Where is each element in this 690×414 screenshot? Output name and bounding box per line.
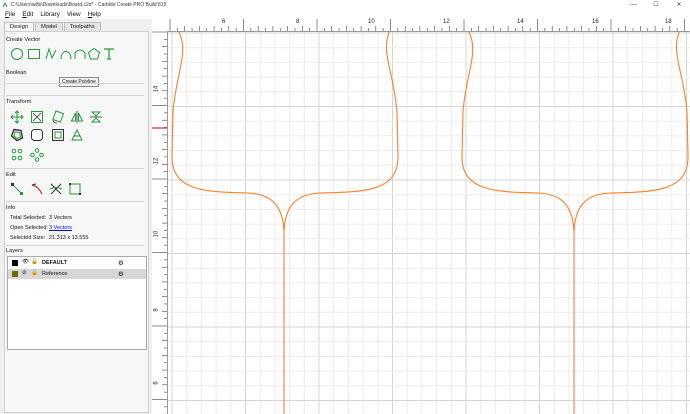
layer-color-swatch[interactable] — [12, 271, 18, 277]
divider — [6, 83, 144, 84]
eye-icon[interactable]: 👁 — [22, 259, 29, 265]
eye-hidden-icon[interactable]: ⊘ — [22, 270, 27, 276]
title-bar: C:\Users\wills\Downloads\Board.c2d* - Ca… — [0, 0, 690, 9]
vertical-ruler: 14 12 10 8 6 — [152, 31, 168, 414]
node-edit-icon[interactable] — [10, 182, 24, 196]
section-create-vector: Create Vector — [6, 37, 41, 43]
gear-icon[interactable]: ⚙ — [118, 259, 124, 267]
ruler-label-x: 16 — [592, 19, 599, 25]
design-panel: Design Model Toolpaths Create Vector Cre… — [0, 19, 153, 414]
fillet-icon[interactable] — [30, 128, 44, 142]
ruler-label-x: 18 — [665, 19, 672, 25]
close-button[interactable]: ✕ — [671, 0, 687, 9]
polygon-tool-icon[interactable] — [87, 47, 101, 61]
selected-size-label: Selected Size: — [10, 235, 46, 241]
text-tool-icon[interactable] — [102, 47, 116, 61]
ruler-label-y: 12 — [153, 157, 160, 165]
move-icon[interactable] — [10, 110, 24, 124]
align-icon[interactable] — [89, 110, 103, 124]
polyline-tool-icon[interactable] — [44, 47, 58, 61]
canvas-drawing[interactable] — [168, 32, 690, 414]
divider — [6, 95, 144, 96]
tooltip-create-polyline: Create Polyline — [59, 77, 99, 87]
menu-library[interactable]: Library — [40, 11, 60, 18]
offset-icon[interactable] — [10, 128, 24, 142]
circle-tool-icon[interactable] — [10, 47, 24, 61]
section-edit: Edit — [6, 172, 16, 178]
gear-icon[interactable]: ⚙ — [118, 270, 124, 278]
arc-tool-icon[interactable] — [73, 47, 87, 61]
layer-row-default[interactable]: 👁 🔓 DEFAULT ⚙ — [8, 258, 146, 268]
layer-name: DEFAULT — [42, 260, 67, 266]
ruler-label-x: 12 — [443, 19, 450, 25]
ruler-label-y: 6 — [153, 381, 160, 385]
bounding-box-icon[interactable] — [51, 128, 65, 142]
horizontal-ruler-ticks — [169, 19, 685, 31]
section-info: Info — [6, 205, 16, 211]
lock-icon[interactable]: 🔓 — [31, 259, 38, 265]
canvas-grid — [168, 32, 690, 414]
close-vector-icon[interactable] — [68, 182, 82, 196]
menu-view[interactable]: View — [67, 11, 81, 18]
total-selected-label: Total Selected: — [10, 215, 47, 221]
circular-array-icon[interactable] — [30, 148, 44, 162]
menu-bar: File Edit Library View Help — [0, 9, 690, 19]
ruler-label-x: 8 — [296, 19, 300, 25]
ruler-label-x: 14 — [517, 19, 524, 25]
horizontal-ruler: 6 8 10 12 14 16 18 — [167, 19, 690, 32]
section-boolean: Boolean — [6, 70, 27, 76]
menu-help[interactable]: Help — [88, 11, 101, 18]
ruler-label-y: 10 — [153, 230, 160, 238]
maximize-button[interactable]: ☐ — [648, 0, 664, 9]
ruler-label-y: 8 — [153, 308, 160, 312]
rectangle-tool-icon[interactable] — [27, 47, 41, 61]
curve-tool-icon[interactable] — [59, 47, 73, 61]
total-selected-value: 3 Vectors — [49, 215, 72, 221]
lock-icon[interactable]: 🔓 — [31, 270, 38, 276]
minimize-button[interactable]: — — [626, 0, 642, 9]
ruler-label-x: 10 — [368, 19, 375, 25]
section-layers: Layers — [6, 248, 23, 254]
design-tab-body — [4, 31, 149, 413]
layers-list: 👁 🔓 DEFAULT ⚙ ⊘ 🔓 Reference ⚙ — [7, 256, 147, 350]
divider — [6, 201, 144, 202]
scale-icon[interactable] — [30, 110, 44, 124]
rotate-icon[interactable] — [51, 110, 65, 124]
menu-edit[interactable]: Edit — [22, 11, 33, 18]
divider — [6, 168, 144, 169]
menu-file[interactable]: File — [5, 11, 15, 18]
window-title: C:\Users\wills\Downloads\Board.c2d* - Ca… — [11, 1, 167, 8]
ruler-label-y: 14 — [153, 85, 160, 93]
selected-size-value: 21.313 x 13.555 — [49, 235, 89, 241]
design-canvas[interactable] — [168, 32, 690, 414]
layer-row-reference[interactable]: ⊘ 🔓 Reference ⚙ — [8, 269, 146, 279]
app-icon — [2, 1, 8, 7]
open-selected-label: Open Selected: — [10, 225, 48, 231]
cut-icon[interactable] — [49, 182, 63, 196]
trim-icon[interactable] — [70, 128, 84, 142]
ruler-label-x: 6 — [222, 19, 226, 25]
layer-name: Reference — [42, 271, 68, 277]
layer-color-swatch[interactable] — [12, 260, 18, 266]
section-transform: Transform — [6, 99, 32, 105]
array-icon[interactable] — [10, 148, 24, 162]
mirror-icon[interactable] — [70, 110, 84, 124]
knife-icon[interactable] — [30, 182, 44, 196]
open-selected-link[interactable]: 3 Vectors — [49, 225, 72, 231]
divider — [6, 245, 144, 246]
